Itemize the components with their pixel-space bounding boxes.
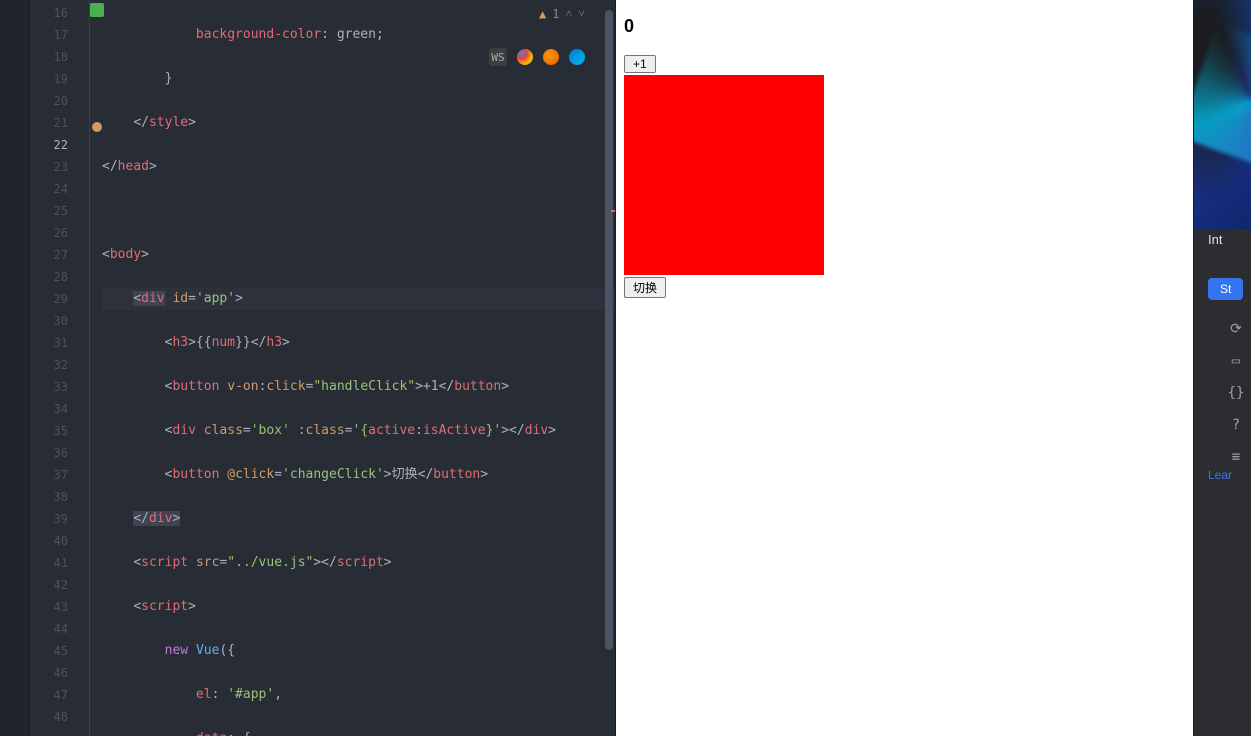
open-in-browser-bar: WS [489,48,585,66]
error-stripe[interactable] [611,210,615,212]
line-number-gutter: 16171819 20212223 24252627 28293031 3233… [30,0,86,736]
menu-icon[interactable]: ≡ [1227,448,1245,466]
main-split: 16171819 20212223 24252627 28293031 3233… [0,0,1251,736]
preview-num: 0 [624,16,1185,37]
chat-icon[interactable]: ▭ [1227,352,1245,370]
code-area[interactable]: background-color: green; } </style> </he… [102,0,615,736]
ai-toolbar: ⟳ ▭ {} ? ≡ [1227,320,1245,466]
preview-body: 0 +1 切换 [616,0,1193,736]
fold-column[interactable] [86,0,102,736]
ai-learn-link[interactable]: Lear [1208,468,1232,482]
webstorm-icon[interactable]: WS [489,48,507,66]
code-editor[interactable]: 16171819 20212223 24252627 28293031 3233… [30,0,615,736]
firefox-icon[interactable] [543,49,559,65]
ai-hero-graphic [1193,0,1251,230]
chevron-down-icon[interactable]: ˅ [578,6,585,21]
braces-icon[interactable]: {} [1227,384,1245,402]
preview-box [624,75,824,275]
toggle-button[interactable]: 切换 [624,277,666,298]
ai-assistant-panel: Int St ⟳ ▭ {} ? ≡ Lear [1193,0,1251,736]
increment-button[interactable]: +1 [624,55,656,73]
ai-start-button[interactable]: St [1208,278,1243,300]
warning-icon: ▲ [539,7,546,21]
editor-scrollbar[interactable] [605,10,613,650]
project-tool-strip[interactable] [0,0,30,736]
ai-title: Int [1208,232,1222,247]
edge-icon[interactable] [569,49,585,65]
warning-count: 1 [552,7,559,21]
inspection-summary[interactable]: ▲ 1 ˄ ˅ [539,6,585,21]
refresh-icon[interactable]: ⟳ [1227,320,1245,338]
help-icon[interactable]: ? [1227,416,1245,434]
preview-pane: 0 +1 切换 [615,0,1193,736]
chevron-up-icon[interactable]: ˄ [565,6,572,21]
chrome-icon[interactable] [517,49,533,65]
